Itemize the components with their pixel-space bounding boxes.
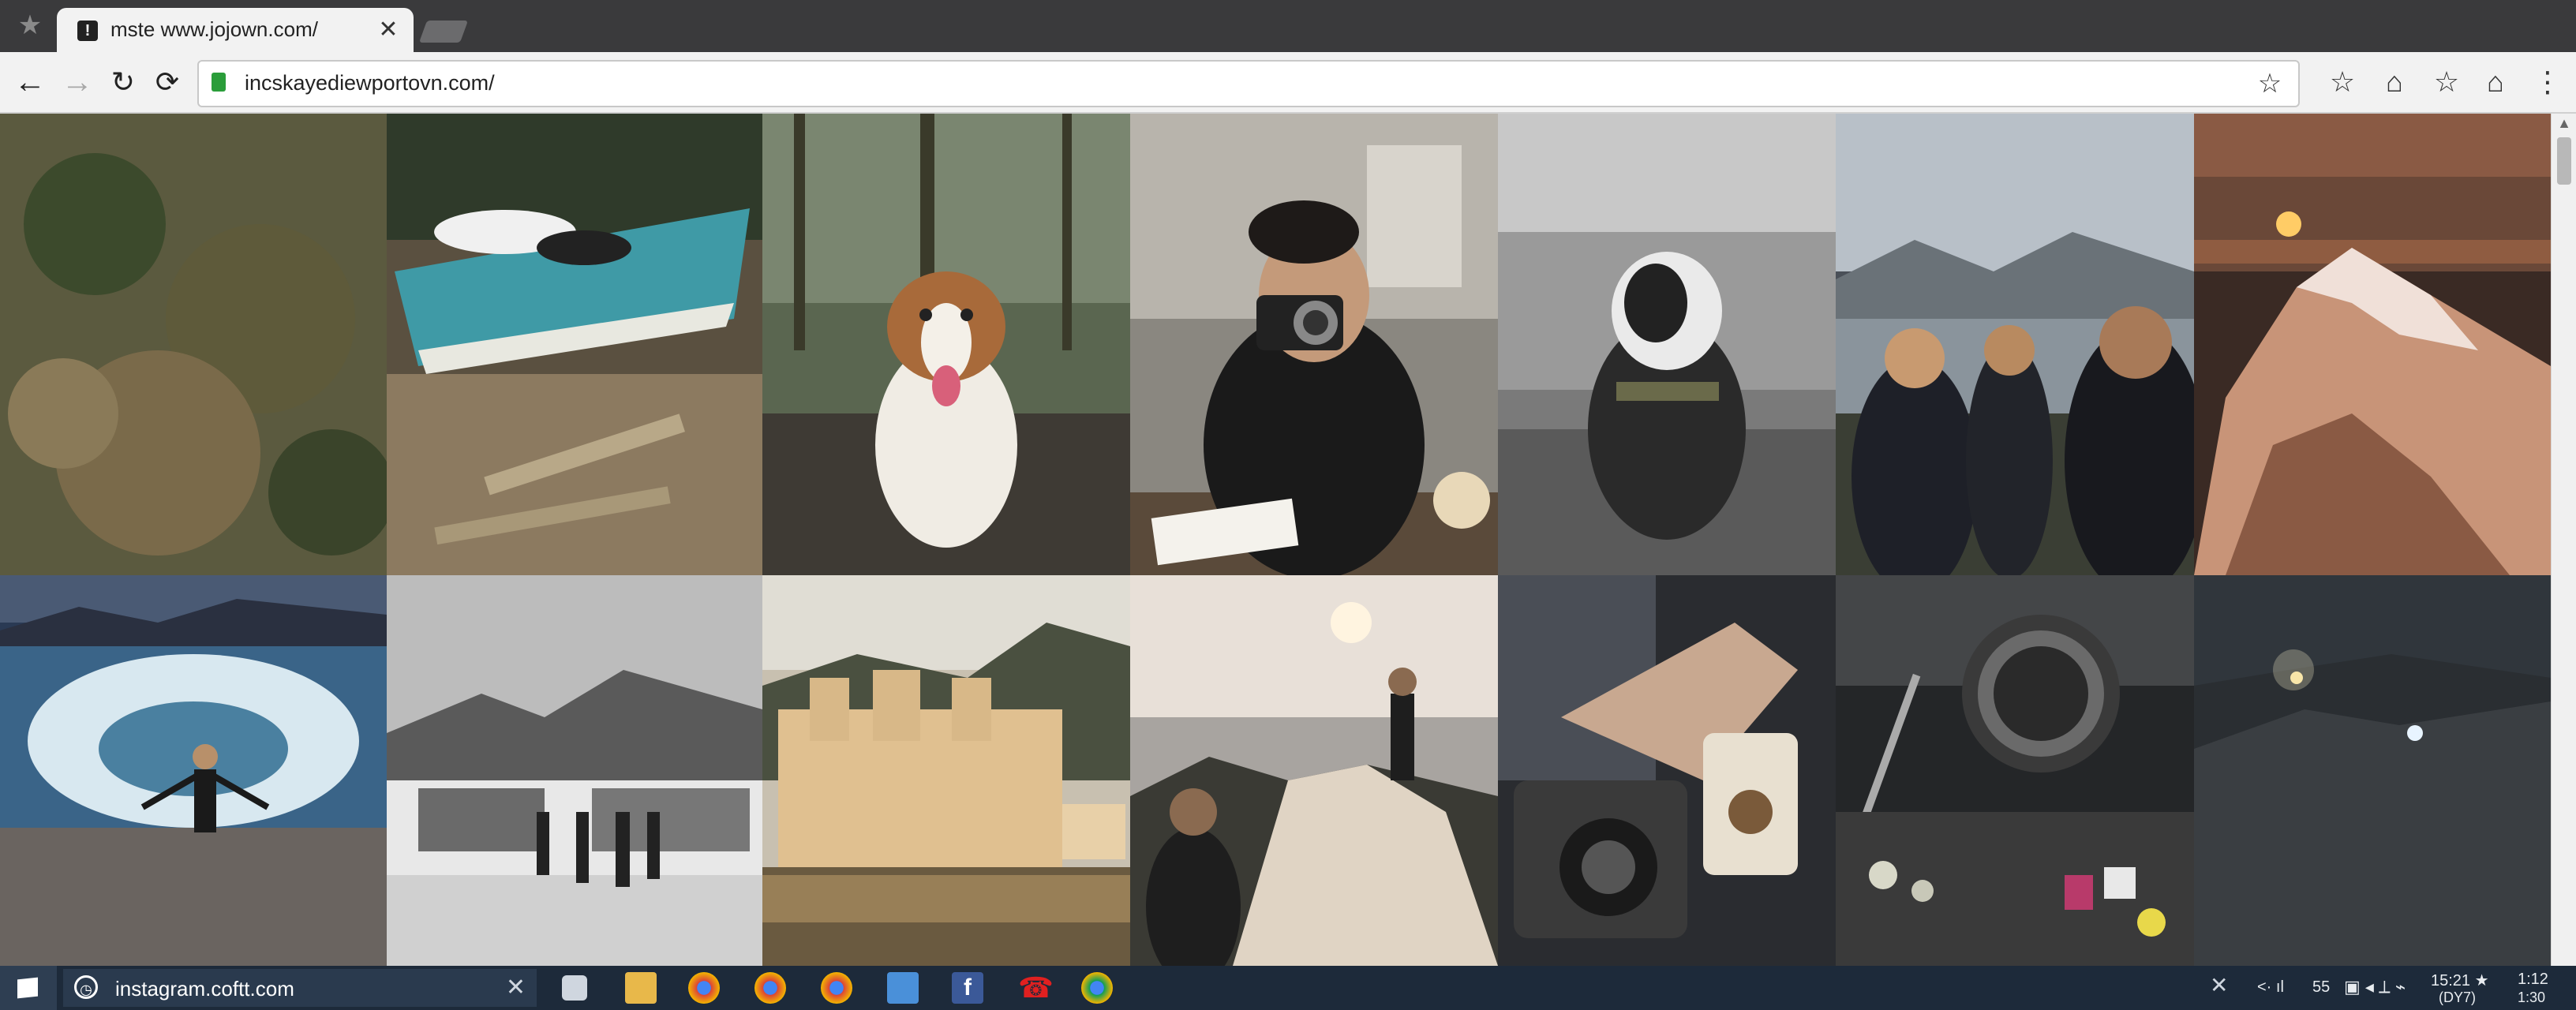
photo-tile[interactable] xyxy=(387,575,762,966)
scroll-thumb[interactable] xyxy=(2557,137,2571,185)
photo-tile[interactable] xyxy=(0,575,387,966)
facebook-icon[interactable]: f xyxy=(952,972,983,1004)
active-tab[interactable]: ! mste www.jojown.com/ ✕ xyxy=(57,8,414,52)
home-icon[interactable]: ⌂ xyxy=(2376,63,2413,101)
tab-title: mste www.jojown.com/ xyxy=(110,17,318,41)
windows-logo-icon xyxy=(17,977,38,999)
lock-icon xyxy=(212,73,226,92)
phone-icon[interactable]: ☎ xyxy=(1018,972,1054,1004)
favorite-icon[interactable]: ☆ xyxy=(2428,63,2466,101)
photo-tile[interactable] xyxy=(1836,575,2194,966)
tab-close-icon[interactable]: ✕ xyxy=(374,16,402,44)
photo-tile[interactable] xyxy=(1498,114,1836,575)
secondary-time[interactable]: 1:12 xyxy=(2518,971,2548,989)
search-text[interactable]: instagram.coftt.com xyxy=(115,977,294,1001)
photo-grid xyxy=(0,114,2551,966)
tray-network-icons[interactable]: <· ıl xyxy=(2257,978,2284,997)
file-explorer-icon[interactable] xyxy=(625,972,657,1004)
new-tab-button[interactable] xyxy=(418,21,469,43)
search-close-icon[interactable]: ✕ xyxy=(506,974,526,1002)
bookmark-star-icon[interactable]: ☆ xyxy=(2252,66,2287,101)
taskbar: ◷ instagram.coftt.com ✕ f ☎ ✕ <· ıl 55 ▣… xyxy=(0,966,2576,1010)
photo-tile[interactable] xyxy=(1498,575,1836,966)
photo-tile[interactable] xyxy=(2194,114,2551,575)
vertical-scrollbar[interactable]: ▲ xyxy=(2551,114,2576,966)
forward-button[interactable]: → xyxy=(58,63,96,101)
extension-home-icon[interactable]: ⌂ xyxy=(2477,63,2514,101)
tray-icons[interactable]: ▣ ◂ ⟂ ⌁ xyxy=(2344,977,2406,997)
address-bar[interactable]: incskayediewportovn.com/ ☆ xyxy=(197,60,2300,107)
reload-button[interactable]: ↻ xyxy=(104,63,142,101)
pinned-tab-icon[interactable]: ★ xyxy=(16,11,44,39)
close-tray-icon[interactable]: ✕ xyxy=(2210,972,2228,998)
favicon-icon: ! xyxy=(77,21,98,41)
photo-tile[interactable] xyxy=(2194,575,2551,966)
tray-battery-text[interactable]: 55 xyxy=(2312,978,2330,997)
chrome-icon[interactable] xyxy=(1081,972,1113,1004)
star-icon[interactable]: ☆ xyxy=(2323,63,2361,101)
clock-date[interactable]: (DY7) xyxy=(2439,989,2476,1006)
browser-toolbar: ← → ↻ ⟳ incskayediewportovn.com/ ☆ ☆ ⌂ ☆… xyxy=(0,52,2576,114)
tab-strip: ★ ! mste www.jojown.com/ ✕ xyxy=(0,0,2576,52)
refresh-icon[interactable]: ⟳ xyxy=(148,63,186,101)
photo-tile[interactable] xyxy=(1130,114,1498,575)
chrome-icon[interactable] xyxy=(754,972,786,1004)
photo-tile[interactable] xyxy=(762,114,1130,575)
photo-tile[interactable] xyxy=(762,575,1130,966)
photo-tile[interactable] xyxy=(1130,575,1498,966)
secondary-date[interactable]: 1:30 xyxy=(2518,989,2545,1006)
back-button[interactable]: ← xyxy=(11,63,49,101)
start-button[interactable] xyxy=(0,966,57,1010)
photo-tile[interactable] xyxy=(1836,114,2194,575)
history-icon: ◷ xyxy=(74,975,98,999)
photo-tile[interactable] xyxy=(0,114,387,575)
taskbar-search-box[interactable]: ◷ instagram.coftt.com ✕ xyxy=(63,969,537,1007)
task-view-icon[interactable] xyxy=(562,975,587,1001)
photo-tile[interactable] xyxy=(387,114,762,575)
clock-time[interactable]: 15:21 ★ xyxy=(2431,971,2489,990)
menu-icon[interactable]: ⋮ xyxy=(2529,63,2567,101)
scroll-up-icon[interactable]: ▲ xyxy=(2552,114,2576,133)
chrome-icon[interactable] xyxy=(688,972,720,1004)
url-text[interactable]: incskayediewportovn.com/ xyxy=(245,71,495,95)
chrome-icon[interactable] xyxy=(821,972,852,1004)
photos-icon[interactable] xyxy=(887,972,919,1004)
